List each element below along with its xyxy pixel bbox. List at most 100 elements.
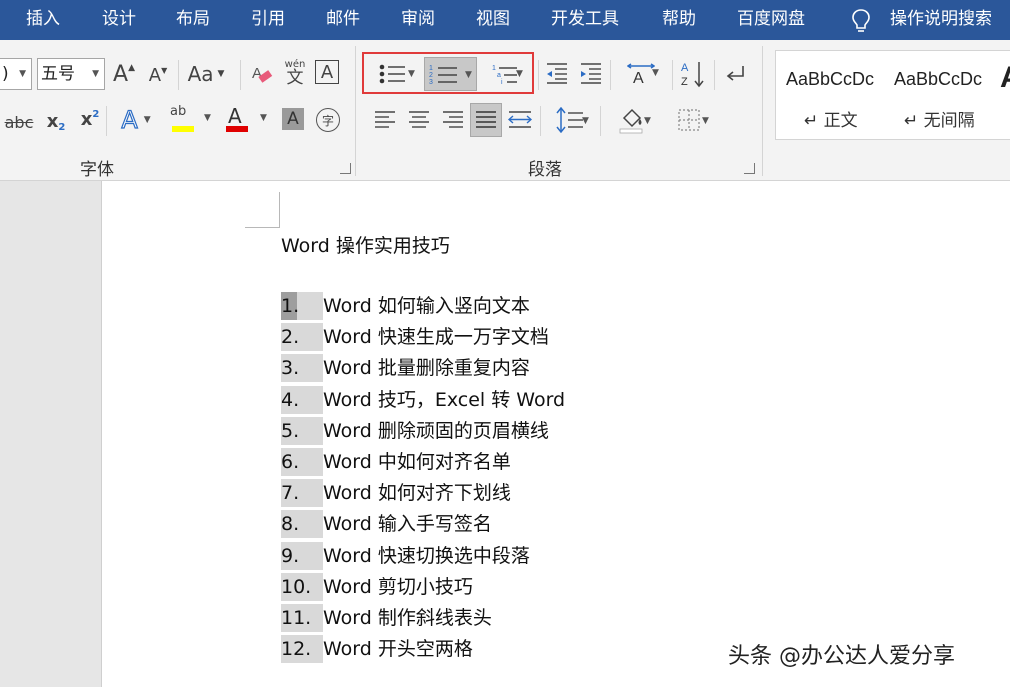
style-no-spacing[interactable]: AaBbCcDc ↵ 无间隔 bbox=[886, 51, 996, 139]
justify-button[interactable] bbox=[470, 103, 502, 137]
bullets-icon bbox=[379, 64, 405, 84]
document-margin-area bbox=[0, 181, 101, 687]
decrease-indent-button[interactable] bbox=[544, 60, 570, 86]
distributed-icon bbox=[508, 111, 532, 128]
align-left-button[interactable] bbox=[372, 106, 398, 134]
tab-insert[interactable]: 插入 bbox=[26, 0, 60, 40]
font-dialog-launcher-icon[interactable] bbox=[340, 163, 351, 174]
list-item[interactable]: 5. Word 删除顽固的页眉横线 bbox=[281, 416, 611, 448]
tab-mailings[interactable]: 邮件 bbox=[326, 0, 360, 40]
style-normal[interactable]: AaBbCcDc ↵ 正文 bbox=[776, 51, 886, 139]
numbering-icon: 1 2 3 bbox=[429, 65, 457, 86]
subscript-button[interactable]: x2 bbox=[44, 108, 68, 134]
list-item[interactable]: 8. Word 输入手写签名 bbox=[281, 510, 611, 541]
tell-me-search[interactable]: 操作说明搜索 bbox=[890, 0, 992, 40]
list-number: 1. bbox=[281, 292, 323, 320]
increase-indent-button[interactable] bbox=[578, 60, 604, 86]
align-right-icon bbox=[443, 111, 463, 128]
paragraph-dialog-launcher-icon[interactable] bbox=[744, 163, 755, 174]
list-item[interactable]: 1. Word 如何输入竖向文本 bbox=[281, 292, 611, 323]
multilevel-list-button[interactable]: 1 a i ▼ bbox=[482, 58, 530, 90]
decrease-indent-icon bbox=[547, 63, 567, 84]
tab-help[interactable]: 帮助 bbox=[662, 0, 696, 40]
highlight-color-swatch bbox=[172, 126, 194, 132]
list-item[interactable]: 11. Word 制作斜线表头 bbox=[281, 603, 611, 635]
paint-bucket-icon bbox=[619, 108, 643, 134]
distributed-button[interactable] bbox=[506, 106, 534, 134]
list-number: 11. bbox=[281, 603, 323, 632]
list-item[interactable]: 9. Word 快速切换选中段落 bbox=[281, 541, 611, 573]
font-color-button[interactable]: A ▼ bbox=[224, 104, 272, 136]
highlight-color-button[interactable]: ab ▼ bbox=[168, 104, 216, 136]
enclose-characters-button[interactable]: 字 bbox=[316, 108, 340, 132]
tab-layout[interactable]: 布局 bbox=[176, 0, 210, 40]
list-item-text: Word 中如何对齐名单 bbox=[323, 450, 511, 473]
lightbulb-icon bbox=[852, 9, 870, 32]
list-item[interactable]: 7. Word 如何对齐下划线 bbox=[281, 479, 611, 510]
tab-design[interactable]: 设计 bbox=[102, 0, 136, 40]
ribbon: ) ▼ 五号 ▼ A ▲ A ▼ Aa ▼ A wén 文 A abc x2 x2 A… bbox=[0, 40, 1010, 181]
strikethrough-button[interactable]: abc bbox=[4, 110, 34, 134]
list-item[interactable]: 4. Word 技巧，Excel 转 Word bbox=[281, 385, 611, 417]
list-item[interactable]: 6. Word 中如何对齐名单 bbox=[281, 447, 611, 479]
tab-view[interactable]: 视图 bbox=[476, 0, 510, 40]
tab-references[interactable]: 引用 bbox=[251, 0, 285, 40]
grow-font-button[interactable]: A ▲ bbox=[110, 60, 138, 88]
borders-button[interactable]: ▼ bbox=[664, 104, 714, 136]
separator bbox=[762, 46, 763, 176]
paragraph-mark-icon bbox=[726, 66, 744, 81]
shrink-font-button[interactable]: A ▼ bbox=[145, 62, 171, 88]
character-border-icon: A bbox=[320, 61, 334, 83]
watermark: 头条 @办公达人爱分享 bbox=[728, 644, 955, 669]
list-item[interactable]: 12. Word 开头空两格 bbox=[281, 635, 611, 666]
character-border-button[interactable]: A bbox=[315, 60, 339, 84]
sort-icon: A Z bbox=[681, 62, 704, 88]
paragraph-group-label: 段落 bbox=[528, 160, 562, 180]
shading-button[interactable]: ▼ bbox=[608, 104, 656, 136]
svg-text:a: a bbox=[497, 72, 501, 79]
numbered-list: 1. Word 如何输入竖向文本 2. Word 快速生成一万字文档 3. Word … bbox=[281, 292, 611, 666]
list-item[interactable]: 2. Word 快速生成一万字文档 bbox=[281, 323, 611, 354]
tab-developer[interactable]: 开发工具 bbox=[551, 0, 619, 40]
list-number: 12. bbox=[281, 635, 323, 664]
align-right-button[interactable] bbox=[440, 106, 466, 134]
list-item[interactable]: 10. Word 剪切小技巧 bbox=[281, 572, 611, 604]
svg-text:A: A bbox=[633, 70, 644, 85]
margin-corner-mark bbox=[245, 227, 280, 228]
line-spacing-button[interactable]: ▼ bbox=[546, 104, 594, 136]
paragraph-mark-icon: ↵ bbox=[904, 111, 919, 131]
align-left-icon bbox=[375, 111, 395, 128]
svg-text:1: 1 bbox=[492, 65, 496, 72]
tab-review[interactable]: 审阅 bbox=[401, 0, 435, 40]
sort-button[interactable]: A Z bbox=[680, 58, 706, 90]
subscript-mark: 2 bbox=[58, 121, 66, 133]
style-sample-text: AaBbCcDc bbox=[786, 69, 875, 89]
chevron-down-icon: ▼ bbox=[19, 69, 26, 79]
text-effects-button[interactable]: A ▼ bbox=[114, 105, 158, 134]
chevron-down-icon: ▼ bbox=[644, 116, 651, 126]
list-number: 8. bbox=[281, 510, 323, 539]
change-case-button[interactable]: Aa ▼ bbox=[184, 60, 228, 88]
chevron-down-icon: ▼ bbox=[260, 113, 267, 123]
list-number: 4. bbox=[281, 385, 323, 414]
superscript-button[interactable]: x2 bbox=[78, 106, 102, 132]
character-shading-button[interactable]: A bbox=[282, 108, 304, 130]
align-center-button[interactable] bbox=[406, 106, 432, 134]
separator bbox=[600, 106, 601, 136]
chinese-layout-button[interactable]: A ▼ bbox=[618, 58, 664, 88]
phonetic-guide-icon: 文 bbox=[286, 67, 304, 88]
separator bbox=[714, 60, 715, 90]
style-heading[interactable]: A bbox=[998, 51, 1010, 139]
phonetic-guide-button[interactable]: wén 文 bbox=[283, 56, 307, 90]
bullets-button[interactable]: ▼ bbox=[368, 58, 418, 90]
separator bbox=[540, 106, 541, 136]
show-hide-marks-button[interactable] bbox=[722, 62, 746, 86]
numbering-button[interactable]: 1 2 3 ▼ bbox=[424, 57, 477, 91]
clear-formatting-icon[interactable]: A bbox=[250, 62, 274, 86]
tab-baidu-netdisk[interactable]: 百度网盘 bbox=[737, 0, 805, 40]
list-item[interactable]: 3. Word 批量删除重复内容 bbox=[281, 354, 611, 385]
font-size-combo[interactable]: 五号 ▼ bbox=[37, 58, 105, 90]
character-shading-icon: A bbox=[287, 109, 299, 129]
font-name-combo[interactable]: ) ▼ bbox=[0, 58, 32, 90]
enclose-characters-icon: 字 bbox=[321, 113, 334, 128]
